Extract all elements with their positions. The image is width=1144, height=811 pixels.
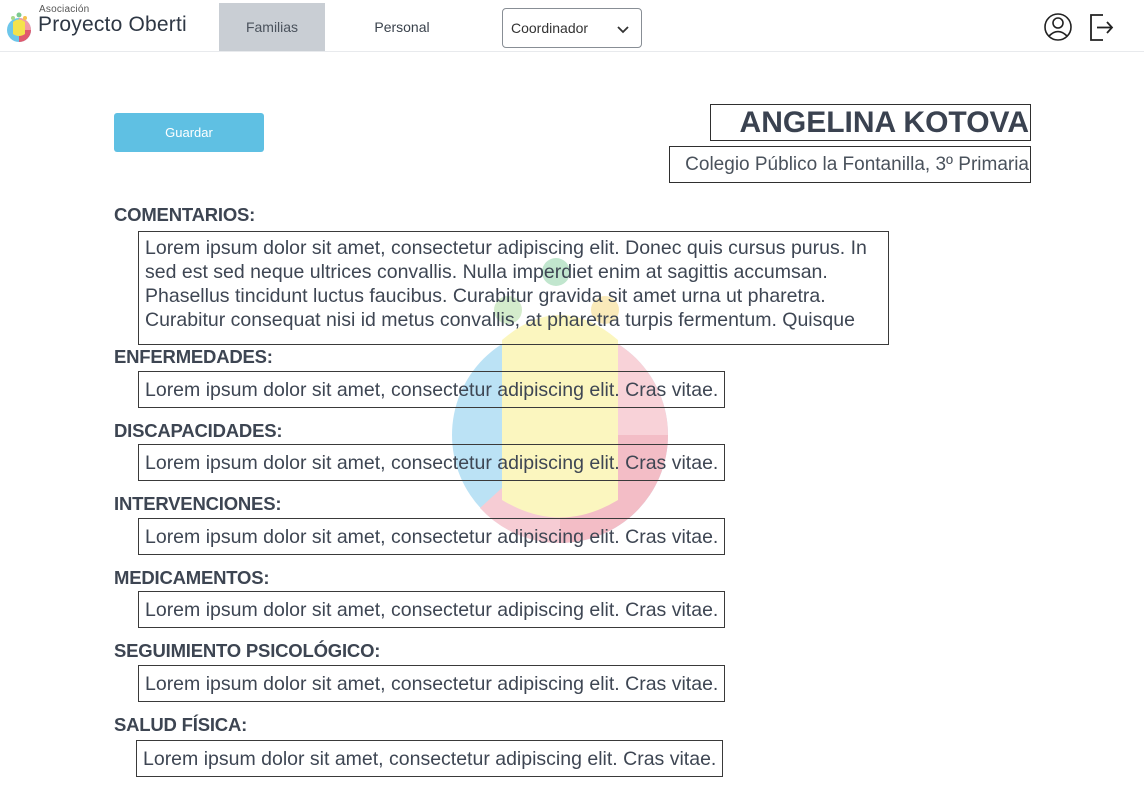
role-select[interactable]: Coordinador [502, 8, 642, 48]
user-circle-icon[interactable] [1043, 11, 1073, 43]
comentarios-label: COMENTARIOS: [114, 204, 256, 225]
student-name-field[interactable]: ANGELINA KOTOVA [710, 104, 1031, 141]
tab-familias[interactable]: Familias [219, 3, 325, 51]
enfermedades-field[interactable]: Lorem ipsum dolor sit amet, consectetur … [138, 371, 725, 408]
medicamentos-label: MEDICAMENTOS: [114, 567, 270, 588]
top-navbar: Asociación Proyecto Oberti Familias Pers… [0, 0, 1144, 52]
intervenciones-label: INTERVENCIONES: [114, 493, 282, 514]
student-school-field[interactable]: Colegio Público la Fontanilla, 3º Primar… [669, 146, 1031, 183]
salud-fisica-label: SALUD FÍSICA: [114, 714, 248, 735]
tab-personal[interactable]: Personal [350, 3, 454, 51]
app-logo[interactable]: Asociación Proyecto Oberti [4, 2, 204, 48]
seguimiento-psicologico-label: SEGUIMIENTO PSICOLÓGICO: [114, 640, 381, 661]
discapacidades-field[interactable]: Lorem ipsum dolor sit amet, consectetur … [138, 444, 725, 481]
enfermedades-label: ENFERMEDADES: [114, 346, 273, 367]
seguimiento-psicologico-field[interactable]: Lorem ipsum dolor sit amet, consectetur … [138, 665, 725, 702]
logo-mark-icon [7, 12, 31, 42]
save-button[interactable]: Guardar [114, 113, 264, 152]
salud-fisica-field[interactable]: Lorem ipsum dolor sit amet, consectetur … [136, 740, 723, 777]
medicamentos-field[interactable]: Lorem ipsum dolor sit amet, consectetur … [138, 591, 725, 628]
intervenciones-field[interactable]: Lorem ipsum dolor sit amet, consectetur … [138, 518, 725, 555]
discapacidades-label: DISCAPACIDADES: [114, 420, 283, 441]
role-select-value: Coordinador [511, 20, 589, 36]
comentarios-textarea[interactable]: Lorem ipsum dolor sit amet, consectetur … [138, 231, 889, 345]
logout-icon[interactable] [1087, 11, 1117, 43]
logo-title: Proyecto Oberti [38, 13, 187, 36]
chevron-down-icon [617, 26, 629, 34]
